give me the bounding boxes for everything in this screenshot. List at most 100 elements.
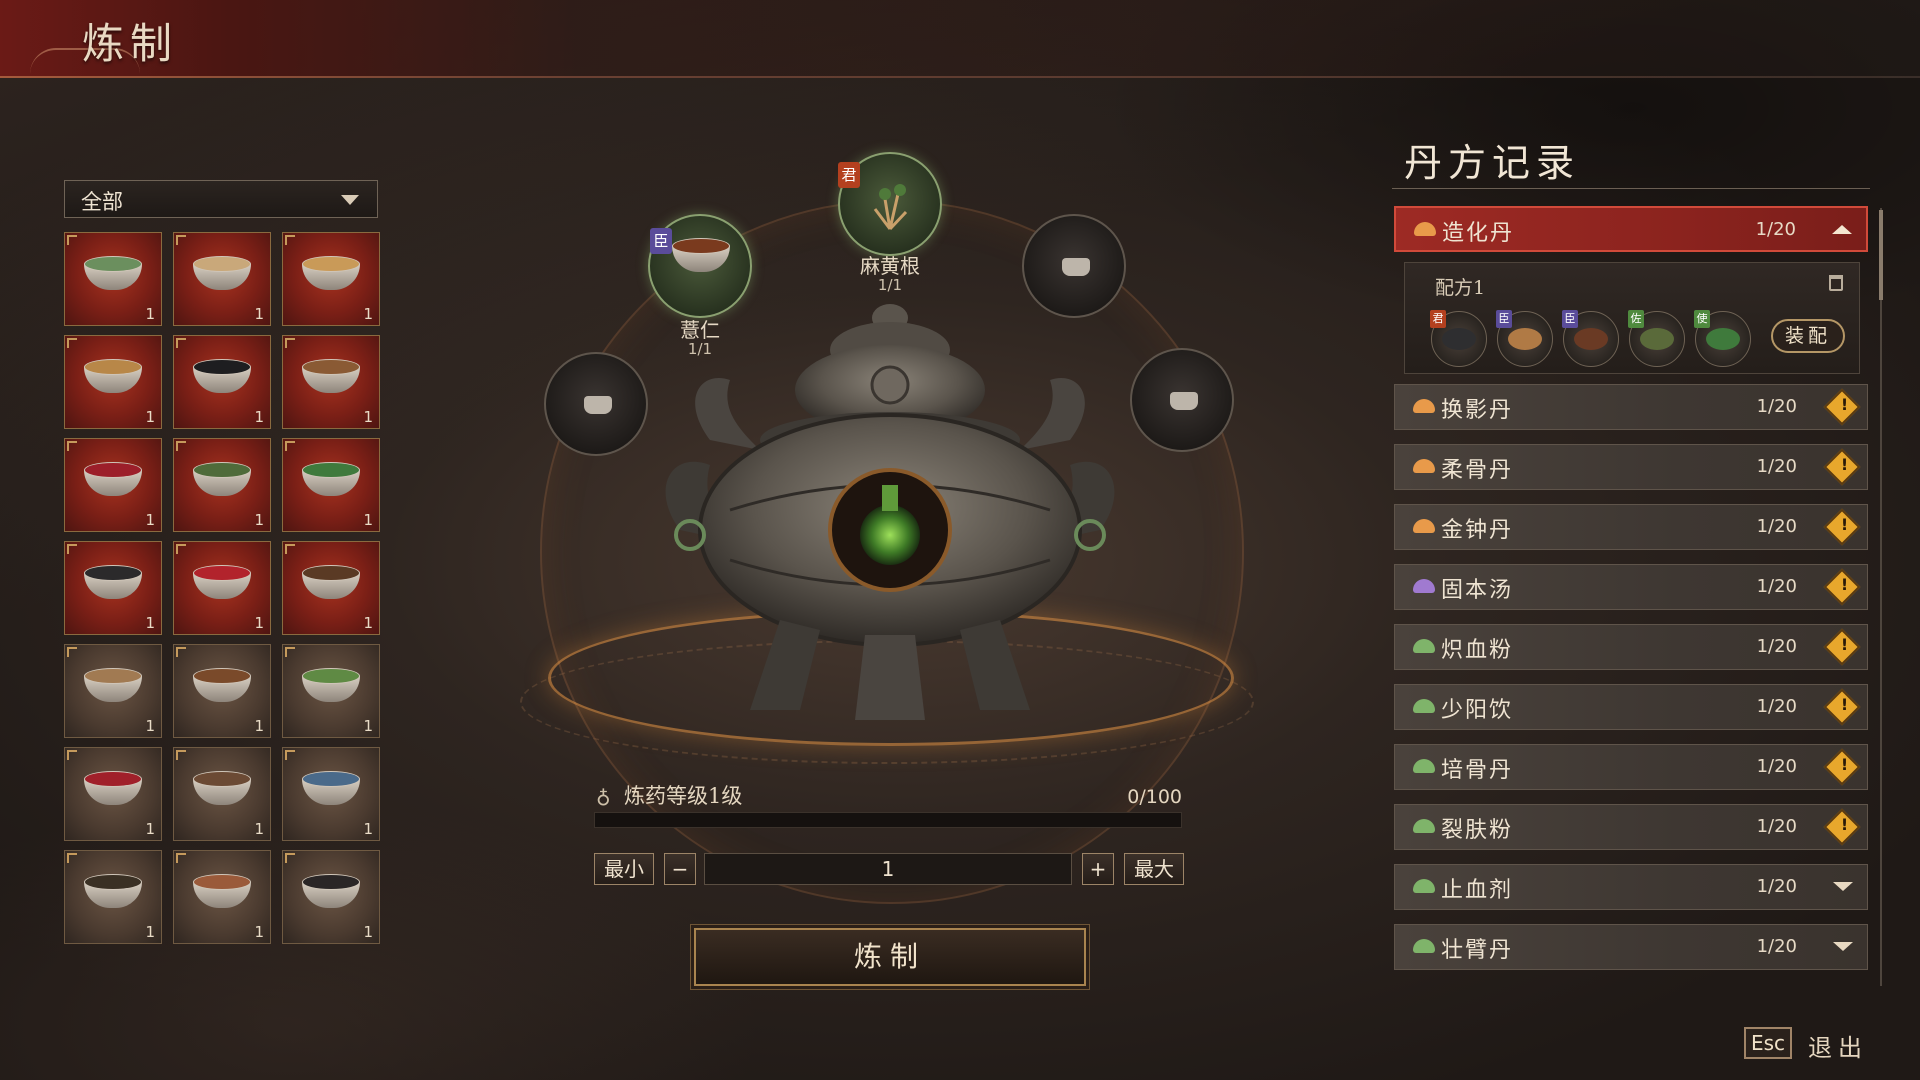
warning-icon: ! bbox=[1823, 748, 1861, 786]
ingredient-slot-left[interactable] bbox=[544, 352, 648, 456]
recipe-item[interactable]: 造化丹 1/20 bbox=[1394, 206, 1868, 252]
slot-corner-ornament bbox=[176, 853, 186, 863]
item-count: 1 bbox=[363, 820, 373, 838]
alchemy-exp-value: 0/100 bbox=[1127, 786, 1182, 808]
increase-quantity-button[interactable]: + bbox=[1082, 853, 1114, 885]
tag-jun-badge: 君 bbox=[838, 162, 860, 188]
slot-corner-ornament bbox=[285, 853, 295, 863]
item-count: 1 bbox=[254, 717, 264, 735]
pill-icon bbox=[1413, 759, 1435, 773]
chevron-down-icon[interactable] bbox=[1833, 942, 1853, 951]
herb-5-icon bbox=[193, 359, 251, 394]
slot-corner-ornament bbox=[176, 750, 186, 760]
decrease-quantity-button[interactable]: − bbox=[664, 853, 696, 885]
formula-ingredient[interactable]: 佐 bbox=[1628, 310, 1685, 367]
inventory-slot[interactable]: 1 bbox=[173, 335, 271, 429]
recipe-item[interactable]: 金钟丹 1/20! bbox=[1394, 504, 1868, 550]
ingredient-role-tag: 佐 bbox=[1628, 310, 1644, 328]
inventory-slot[interactable]: 1 bbox=[64, 438, 162, 532]
inventory-slot[interactable]: 1 bbox=[282, 850, 380, 944]
ingredient-slot-right[interactable] bbox=[1130, 348, 1234, 452]
formula-ingredient[interactable]: 使 bbox=[1694, 310, 1751, 367]
recipe-list-scrollbar[interactable] bbox=[1880, 208, 1882, 986]
craft-button[interactable]: 炼制 bbox=[694, 928, 1086, 986]
ingredient-role-tag: 君 bbox=[1430, 310, 1446, 328]
chevron-up-icon[interactable] bbox=[1832, 225, 1852, 234]
inventory-slot[interactable]: 1 bbox=[173, 850, 271, 944]
pill-icon bbox=[1413, 879, 1435, 893]
page-title: 炼制 bbox=[82, 19, 179, 68]
inventory-slot[interactable]: 1 bbox=[64, 335, 162, 429]
formula-ingredient[interactable]: 臣 bbox=[1496, 310, 1553, 367]
herb-1-icon bbox=[84, 256, 142, 291]
ingredient-role-tag: 使 bbox=[1694, 310, 1710, 328]
inventory-slot[interactable]: 1 bbox=[282, 541, 380, 635]
item-count: 1 bbox=[363, 511, 373, 529]
quantity-input[interactable]: 1 bbox=[704, 853, 1072, 885]
ingredient-icon bbox=[1442, 328, 1476, 350]
recipe-count: 1/20 bbox=[1756, 456, 1797, 477]
herb-17-icon bbox=[193, 771, 251, 806]
inventory-slot[interactable]: 1 bbox=[173, 747, 271, 841]
exit-button[interactable]: 退出 bbox=[1808, 1028, 1868, 1063]
recipe-item[interactable]: 换影丹 1/20! bbox=[1394, 384, 1868, 430]
min-quantity-button[interactable]: 最小 bbox=[594, 853, 654, 885]
recipe-item[interactable]: 止血剂 1/20 bbox=[1394, 864, 1868, 910]
recipe-count: 1/20 bbox=[1756, 936, 1797, 957]
inventory-slot[interactable]: 1 bbox=[173, 541, 271, 635]
recipe-name: 换影丹 bbox=[1441, 398, 1514, 423]
slot-corner-ornament bbox=[67, 647, 77, 657]
formula-ingredient[interactable]: 君 bbox=[1430, 310, 1487, 367]
inventory-slot[interactable]: 1 bbox=[64, 747, 162, 841]
recipe-name: 培骨丹 bbox=[1441, 758, 1514, 783]
recipe-item[interactable]: 裂肤粉 1/20! bbox=[1394, 804, 1868, 850]
inventory-slot[interactable]: 1 bbox=[282, 335, 380, 429]
recipe-count: 1/20 bbox=[1756, 396, 1797, 417]
ingredient-icon bbox=[1508, 328, 1542, 350]
recipe-item[interactable]: 固本汤 1/20! bbox=[1394, 564, 1868, 610]
inventory-slot[interactable]: 1 bbox=[282, 644, 380, 738]
trash-icon[interactable] bbox=[1829, 275, 1843, 291]
recipe-item[interactable]: 炽血粉 1/20! bbox=[1394, 624, 1868, 670]
inventory-slot[interactable]: 1 bbox=[173, 644, 271, 738]
chevron-down-icon[interactable] bbox=[1833, 882, 1853, 891]
inventory-slot[interactable]: 1 bbox=[64, 232, 162, 326]
inventory-slot[interactable]: 1 bbox=[173, 232, 271, 326]
inventory-slot[interactable]: 1 bbox=[64, 541, 162, 635]
item-count: 1 bbox=[254, 923, 264, 941]
inventory-slot[interactable]: 1 bbox=[282, 232, 380, 326]
recipe-count: 1/20 bbox=[1756, 516, 1797, 537]
title-bar-divider bbox=[0, 76, 1920, 78]
inventory-slot[interactable]: 1 bbox=[173, 438, 271, 532]
pill-icon bbox=[1414, 222, 1436, 236]
warning-icon: ! bbox=[1823, 628, 1861, 666]
recipe-item[interactable]: 少阳饮 1/20! bbox=[1394, 684, 1868, 730]
item-count: 1 bbox=[145, 820, 155, 838]
pill-icon bbox=[1413, 639, 1435, 653]
recipe-item[interactable]: 培骨丹 1/20! bbox=[1394, 744, 1868, 790]
formula-card: 配方1 君 臣 臣 佐 使 装配 bbox=[1404, 262, 1860, 374]
herb-13-icon bbox=[84, 668, 142, 703]
slot-corner-ornament bbox=[67, 235, 77, 245]
inventory-slot[interactable]: 1 bbox=[64, 644, 162, 738]
inventory-slot[interactable]: 1 bbox=[64, 850, 162, 944]
esc-key-hint[interactable]: Esc bbox=[1744, 1027, 1792, 1059]
recipe-item[interactable]: 壮臂丹 1/20 bbox=[1394, 924, 1868, 970]
recipe-count: 1/20 bbox=[1755, 219, 1796, 240]
item-count: 1 bbox=[145, 511, 155, 529]
formula-ingredient[interactable]: 臣 bbox=[1562, 310, 1619, 367]
max-quantity-button[interactable]: 最大 bbox=[1124, 853, 1184, 885]
recipe-item[interactable]: 柔骨丹 1/20! bbox=[1394, 444, 1868, 490]
chevron-down-icon bbox=[341, 195, 359, 205]
herb-19-icon bbox=[84, 874, 142, 909]
inventory-slot[interactable]: 1 bbox=[282, 438, 380, 532]
item-count: 1 bbox=[254, 614, 264, 632]
pill-icon bbox=[1413, 699, 1435, 713]
recipe-panel-title: 丹方记录 bbox=[1404, 141, 1581, 185]
equip-formula-button[interactable]: 装配 bbox=[1771, 319, 1845, 353]
recipe-list-scroll-thumb[interactable] bbox=[1879, 210, 1883, 300]
pill-icon bbox=[1413, 939, 1435, 953]
inventory-slot[interactable]: 1 bbox=[282, 747, 380, 841]
ingredient-slot-upper-right[interactable] bbox=[1022, 214, 1126, 318]
category-filter-dropdown[interactable]: 全部 bbox=[64, 180, 378, 218]
